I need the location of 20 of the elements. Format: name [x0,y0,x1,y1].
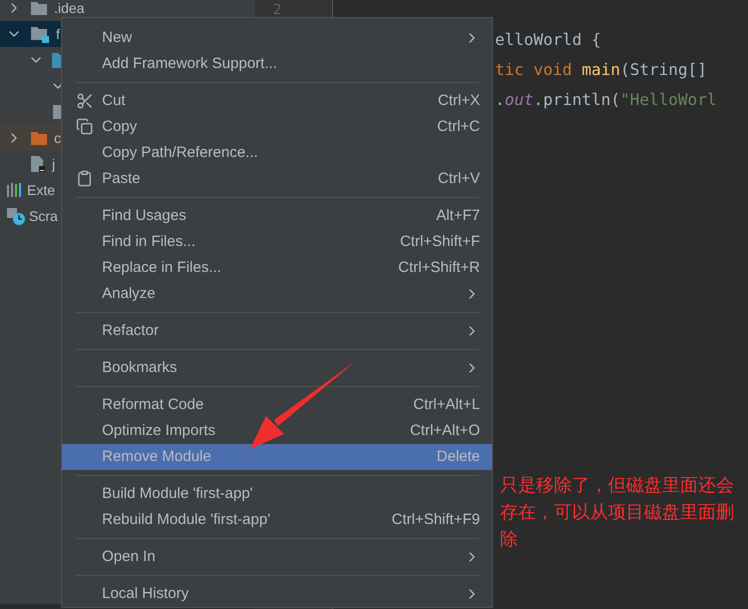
tree-label: Exte [27,180,56,200]
tree-label: f [56,24,60,44]
code-line: tic void main(String[] [495,59,708,81]
shortcut-label: Ctrl+Shift+F [400,232,480,252]
shortcut-label: Ctrl+Shift+F9 [392,510,480,530]
tree-label: Scra [29,206,58,226]
shortcut-label: Ctrl+Alt+O [410,420,480,441]
shortcut-label: Ctrl+Alt+L [413,394,480,415]
annotation-text: 只是移除了，但磁盘里面还会存在，可以从项目磁盘里面删除 [500,474,735,552]
tree-label: c [54,128,61,148]
shortcut-label: Ctrl+Shift+R [398,258,480,278]
code-line: .out.println("HelloWorl [495,89,718,111]
shortcut-label: Delete [436,446,480,467]
shortcut-label: Alt+F7 [436,206,480,226]
tree-label: .idea [54,0,84,18]
shortcut-label: Ctrl+X [438,90,480,111]
code-line: elloWorld { [495,29,602,51]
tree-label: j [52,154,56,174]
shortcut-label: Ctrl+V [438,168,480,189]
shortcut-label: Ctrl+C [437,116,480,137]
